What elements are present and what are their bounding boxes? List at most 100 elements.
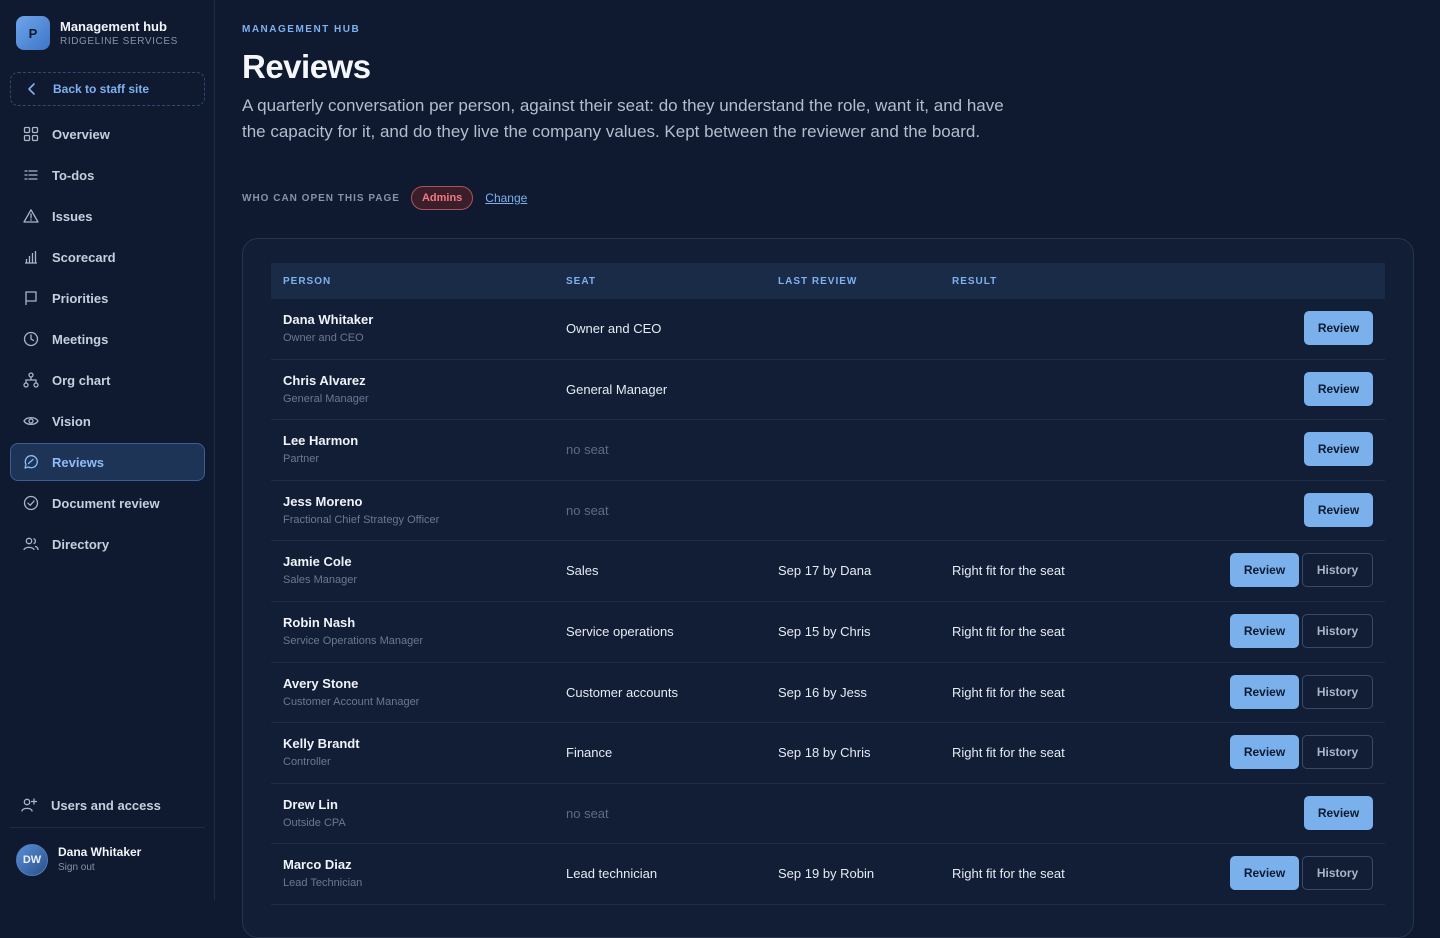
sidebar-item-label: Vision — [52, 413, 91, 429]
history-button[interactable]: History — [1302, 735, 1373, 770]
check-circle-icon — [22, 494, 40, 512]
user-profile[interactable]: DW Dana Whitaker Sign out — [16, 844, 141, 876]
table-row: Marco Diaz Lead Technician Lead technician… — [271, 844, 1385, 905]
row-actions: Review — [1304, 371, 1373, 406]
person-name: Lee Harmon — [283, 433, 359, 449]
seat-cell: Customer accounts — [566, 684, 678, 700]
review-button[interactable]: Review — [1304, 311, 1373, 345]
sidebar-item-label: Overview — [52, 126, 110, 142]
sign-out-link[interactable]: Sign out — [58, 860, 141, 876]
person-title: General Manager — [283, 392, 369, 405]
column-header-last-review: LAST REVIEW — [778, 275, 858, 287]
person-title: Owner and CEO — [283, 332, 364, 344]
brand-logo: P — [16, 16, 50, 50]
sidebar-item-directory[interactable]: Directory — [10, 525, 205, 563]
result-cell: Right fit for the seat — [952, 866, 1065, 882]
last-review-cell: Sep 19 by Robin — [778, 866, 875, 882]
person-title: Lead Technician — [283, 877, 363, 890]
sidebar-item-label: Meetings — [52, 331, 109, 347]
sidebar-item-users-and-access[interactable]: Users and access — [10, 786, 205, 824]
sidebar-item-label: Document review — [52, 495, 160, 511]
seat-cell: Finance — [566, 745, 613, 761]
back-to-staff-site-link[interactable]: Back to staff site — [10, 72, 205, 106]
checklist-icon — [22, 166, 40, 184]
sidebar-item-label: Issues — [52, 208, 93, 224]
row-actions: Review History — [1230, 613, 1373, 648]
table-row: Kelly Brandt Controller Finance Sep 18 by C… — [271, 723, 1385, 784]
sidebar-item-reviews[interactable]: Reviews — [10, 443, 205, 481]
last-review-cell: Sep 16 by Jess — [778, 684, 867, 700]
table-row: Lee Harmon Partner no seat Review — [271, 420, 1385, 481]
person-name: Avery Stone — [283, 675, 359, 691]
avatar: DW — [16, 844, 48, 876]
result-cell: Right fit for the seat — [952, 684, 1065, 700]
history-button[interactable]: History — [1302, 674, 1373, 709]
person-title: Fractional Chief Strategy Officer — [283, 513, 440, 526]
change-access-link[interactable]: Change — [485, 191, 527, 205]
row-actions: Review History — [1230, 553, 1373, 588]
sidebar-item-priorities[interactable]: Priorities — [10, 279, 205, 317]
review-button[interactable]: Review — [1230, 735, 1299, 770]
sidebar-item-org-chart[interactable]: Org chart — [10, 361, 205, 399]
sidebar-item-scorecard[interactable]: Scorecard — [10, 238, 205, 276]
seat-cell: no seat — [566, 502, 609, 518]
seat-cell: General Manager — [566, 381, 668, 397]
sidebar-item-overview[interactable]: Overview — [10, 115, 205, 153]
brand: P Management hub RIDGELINE SERVICES — [16, 16, 178, 50]
person-name: Jess Moreno — [283, 493, 363, 509]
last-review-cell: Sep 17 by Dana — [778, 563, 872, 579]
sidebar-item-vision[interactable]: Vision — [10, 402, 205, 440]
row-actions: Review — [1304, 432, 1373, 467]
result-cell: Right fit for the seat — [952, 745, 1065, 761]
sidebar-item-document-review[interactable]: Document review — [10, 484, 205, 522]
table-body: Dana Whitaker Owner and CEO Owner and CEO R… — [271, 299, 1385, 905]
sidebar-nav: Overview To-dos Issues Scorecard Priorit… — [10, 115, 205, 566]
person-name: Kelly Brandt — [283, 736, 360, 752]
person-name: Jamie Cole — [283, 554, 352, 570]
row-actions: Review — [1304, 795, 1373, 830]
page-intro: A quarterly conversation per person, aga… — [242, 96, 1004, 141]
person-name: Robin Nash — [283, 614, 356, 630]
last-review-cell: Sep 18 by Chris — [778, 745, 871, 761]
review-button[interactable]: Review — [1304, 795, 1373, 830]
review-button[interactable]: Review — [1230, 613, 1299, 648]
history-button[interactable]: History — [1302, 856, 1373, 891]
column-header-person: PERSON — [283, 275, 332, 287]
back-link-label: Back to staff site — [53, 82, 150, 96]
person-title: Controller — [283, 756, 331, 769]
person-title: Partner — [283, 453, 320, 466]
review-button[interactable]: Review — [1230, 553, 1299, 588]
person-name: Drew Lin — [283, 796, 338, 812]
seat-cell: no seat — [566, 442, 609, 458]
chevron-left-icon — [25, 82, 43, 96]
seat-cell: Owner and CEO — [566, 321, 662, 336]
column-header-result: RESULT — [952, 275, 998, 287]
history-button[interactable]: History — [1302, 553, 1373, 588]
bar-chart-icon — [22, 248, 40, 266]
access-label: WHO CAN OPEN THIS PAGE — [242, 192, 400, 204]
user-name: Dana Whitaker — [58, 845, 142, 859]
sidebar-item-label: Scorecard — [52, 249, 116, 265]
sidebar-item-label: Users and access — [51, 797, 161, 813]
sidebar-item-issues[interactable]: Issues — [10, 197, 205, 235]
row-actions: Review History — [1230, 674, 1373, 709]
flag-icon — [22, 289, 40, 307]
add-user-icon — [21, 797, 39, 813]
review-button[interactable]: Review — [1304, 492, 1373, 527]
review-button[interactable]: Review — [1304, 371, 1373, 406]
brand-subtitle: RIDGELINE SERVICES — [60, 36, 178, 47]
table-row: Drew Lin Outside CPA no seat Review — [271, 784, 1385, 845]
review-button[interactable]: Review — [1230, 856, 1299, 891]
person-name: Marco Diaz — [283, 857, 352, 873]
review-button[interactable]: Review — [1230, 674, 1299, 709]
history-button[interactable]: History — [1302, 613, 1373, 648]
person-title: Sales Manager — [283, 574, 357, 587]
seat-cell: Sales — [566, 563, 599, 579]
sidebar-item-todos[interactable]: To-dos — [10, 156, 205, 194]
admins-badge: Admins — [410, 186, 474, 210]
sidebar-item-meetings[interactable]: Meetings — [10, 320, 205, 358]
review-button[interactable]: Review — [1304, 432, 1373, 467]
org-chart-icon — [22, 371, 40, 389]
column-header-seat: SEAT — [566, 275, 596, 287]
table-row: Chris Alvarez General Manager General Mana… — [271, 360, 1385, 421]
